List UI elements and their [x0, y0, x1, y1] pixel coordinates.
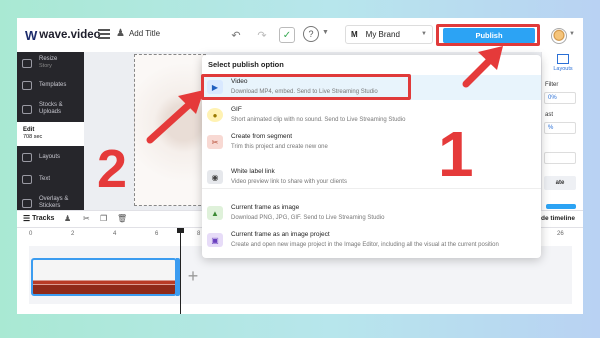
tab-layouts[interactable]: Layouts: [548, 54, 578, 74]
contrast-field[interactable]: %: [544, 122, 576, 134]
option-desc: Trim this project and create new one: [231, 144, 328, 150]
brand-prefix: M: [351, 30, 358, 39]
option-desc: Video preview link to share with your cl…: [231, 179, 347, 185]
filter-field[interactable]: 0%: [544, 92, 576, 104]
sidebar-item-label: Templates: [39, 81, 67, 88]
layouts-icon: [22, 152, 32, 162]
segment-icon: ✂: [207, 135, 223, 149]
tab-layouts-label: Layouts: [553, 66, 573, 72]
ruler-tick: 26: [557, 231, 564, 237]
undo-icon[interactable]: ↶: [227, 26, 245, 44]
brand-select[interactable]: M My Brand ▼: [345, 25, 433, 44]
sticker-icon: [22, 198, 32, 208]
ruler-tick: 0: [29, 231, 33, 237]
sidebar-item-sub: Story: [39, 63, 52, 69]
option-title: Current frame as image: [231, 204, 300, 211]
chevron-down-icon[interactable]: ▼: [322, 29, 329, 36]
option-title: Current frame as an image project: [231, 231, 330, 238]
sidebar-item-label: Stocks & Uploads: [39, 102, 63, 115]
check-icon[interactable]: ✓: [279, 27, 295, 43]
ruler-tick: 6: [155, 231, 159, 237]
publish-option-image-project[interactable]: ▣ Current frame as an image project Crea…: [202, 228, 541, 253]
publish-option-gif[interactable]: ● GIF Short animated clip with no sound.…: [202, 103, 541, 128]
option-desc: Short animated clip with no sound. Send …: [231, 117, 406, 123]
publish-highlight-box: [436, 24, 540, 46]
tracks-label: Tracks: [32, 215, 55, 222]
video-clip[interactable]: [31, 258, 177, 296]
sidebar-item-templates[interactable]: Templates: [17, 74, 84, 96]
copy-icon[interactable]: ❐: [100, 214, 107, 223]
sidebar-item-label: Edit: [23, 127, 35, 133]
ruler-tick: 4: [113, 231, 117, 237]
sidebar-item-label: Layouts: [39, 153, 61, 160]
option-title: GIF: [231, 106, 242, 113]
add-title-label: Add Title: [128, 29, 161, 38]
resize-icon: [22, 58, 32, 68]
playhead[interactable]: [177, 228, 184, 314]
sidebar-item-label: Text: [39, 175, 51, 182]
gif-icon: ●: [207, 108, 223, 122]
logo-mark: W: [25, 27, 37, 43]
publish-option-segment[interactable]: ✂ Create from segment Trim this project …: [202, 130, 541, 155]
logo[interactable]: W wave.video: [25, 27, 101, 43]
option-desc: Download PNG, JPG, GIF. Send to Live Str…: [231, 215, 385, 221]
eye-icon: ◉: [207, 170, 223, 184]
sidebar-item-edit[interactable]: Edit 708 sec: [17, 122, 84, 146]
chevron-down-icon[interactable]: ▼: [569, 31, 575, 37]
publish-menu-title: Select publish option: [208, 60, 284, 69]
option-desc: Create and open new image project in the…: [231, 242, 499, 248]
add-clip-button[interactable]: +: [183, 266, 203, 286]
option-title: White label link: [231, 168, 275, 175]
image-project-icon: ▣: [207, 233, 223, 247]
video-highlight-box: [201, 74, 411, 100]
sidebar-item-label: Overlays & Stickers: [39, 196, 69, 209]
tracks-button[interactable]: ☰ Tracks: [23, 214, 54, 223]
video-preview[interactable]: [134, 54, 206, 206]
panel-progress: [546, 204, 576, 209]
logo-text: wave.video: [39, 29, 101, 41]
step-number-1: 1: [438, 118, 474, 190]
scissors-icon[interactable]: ✂: [83, 214, 90, 223]
ruler-tick: 8: [197, 231, 201, 237]
panel-select[interactable]: [544, 152, 576, 164]
right-panel: Layouts Filter 0% ast % ate: [541, 52, 583, 210]
voice-icon[interactable]: ♟: [64, 214, 71, 223]
sidebar-item-stocks[interactable]: Stocks & Uploads: [17, 96, 84, 122]
menu-icon[interactable]: [98, 29, 110, 39]
chevron-down-icon: ▼: [421, 31, 427, 37]
add-title-button[interactable]: ♟ Add Title: [116, 28, 160, 39]
sidebar-item-resize[interactable]: Resize Story: [17, 52, 84, 74]
avatar[interactable]: [551, 28, 567, 44]
image-icon: ▲: [207, 206, 223, 220]
ruler-tick: 2: [71, 231, 75, 237]
publish-option-white-label[interactable]: ◉ White label link Video preview link to…: [202, 165, 541, 190]
help-icon[interactable]: ?: [303, 26, 319, 42]
image-icon: [22, 104, 32, 114]
brand-label: My Brand: [365, 30, 400, 39]
sidebar-item-layouts[interactable]: Layouts: [17, 146, 84, 168]
templates-icon: [22, 80, 32, 90]
contrast-label: ast: [545, 112, 554, 118]
step-number-2: 2: [97, 139, 128, 199]
sidebar: Resize Story Templates Stocks & Uploads E…: [17, 52, 84, 210]
tracks-icon: ☰: [23, 214, 31, 223]
sidebar-item-sub: 708 sec: [23, 134, 43, 140]
menu-divider: [202, 188, 541, 189]
sidebar-item-label: Resize: [39, 56, 58, 62]
layouts-icon: [557, 54, 569, 64]
option-title: Create from segment: [231, 133, 293, 140]
panel-button[interactable]: ate: [544, 176, 576, 190]
add-user-icon: ♟: [116, 28, 125, 39]
sidebar-item-text[interactable]: Text: [17, 168, 84, 190]
filter-label: Filter: [545, 82, 559, 88]
text-icon: [22, 174, 32, 184]
redo-icon[interactable]: ↷: [253, 26, 271, 44]
publish-option-frame-image[interactable]: ▲ Current frame as image Download PNG, J…: [202, 201, 541, 226]
trash-icon[interactable]: 🗑: [117, 214, 127, 223]
